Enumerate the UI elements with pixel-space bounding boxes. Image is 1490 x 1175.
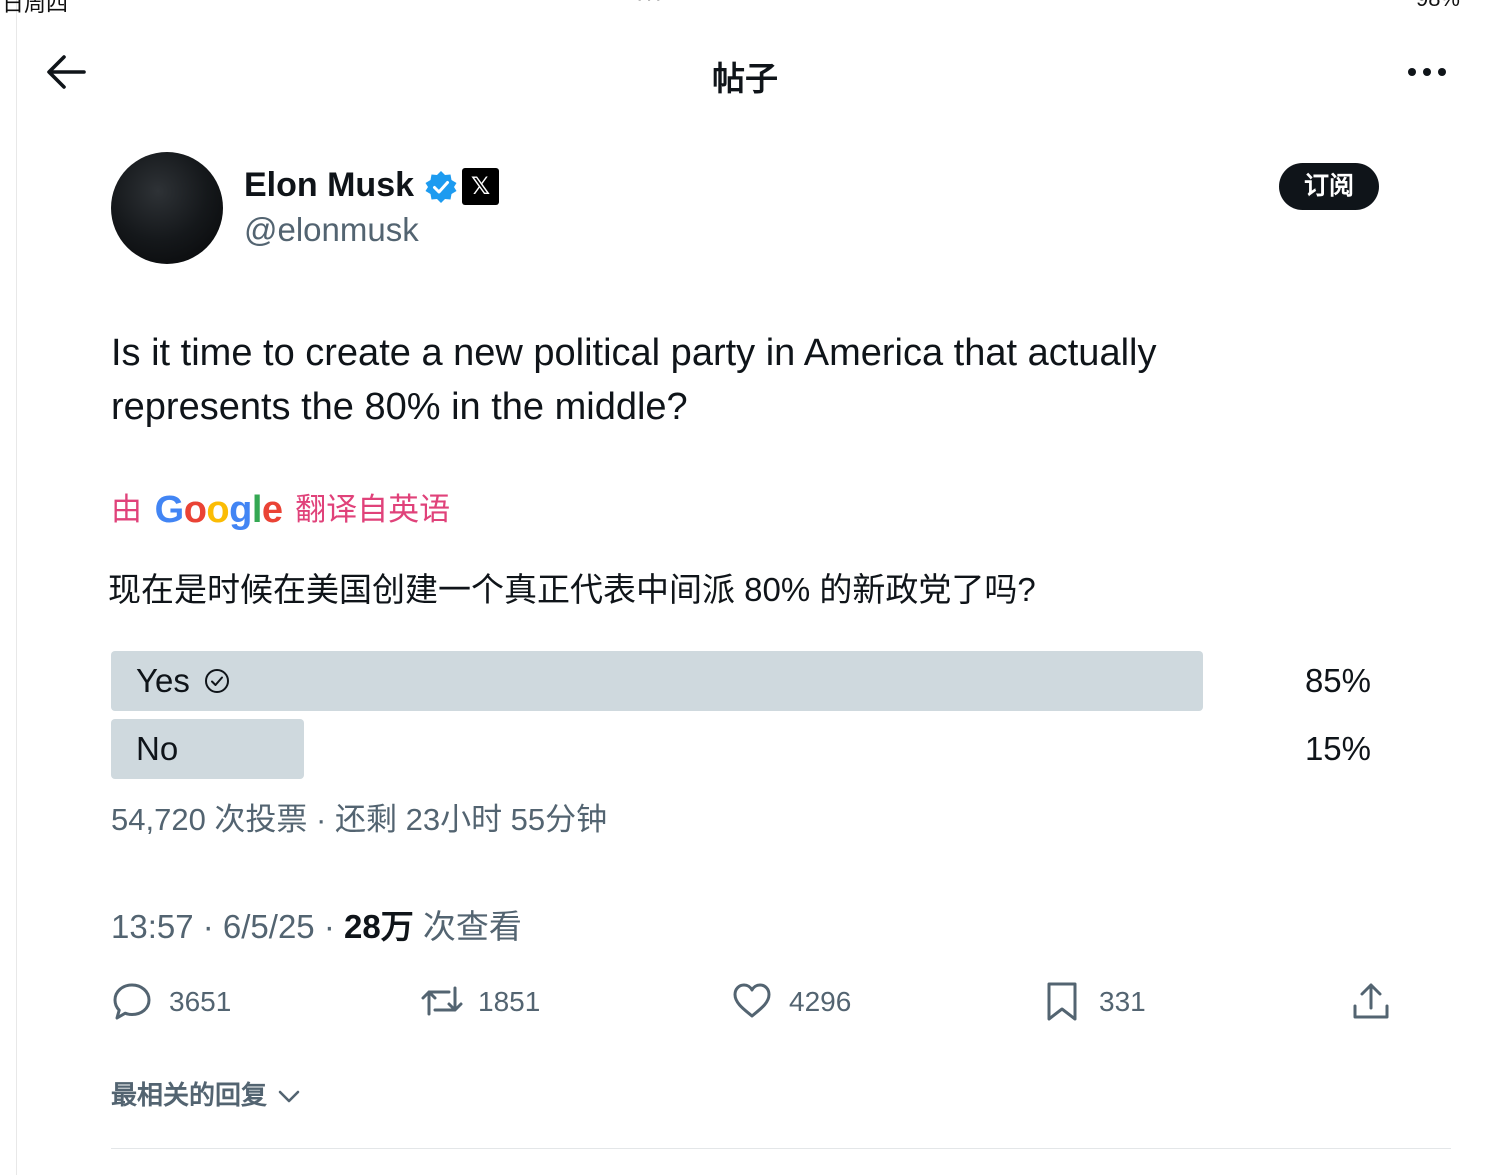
author-handle[interactable]: @elonmusk — [244, 211, 419, 249]
bookmark-count: 331 — [1099, 986, 1146, 1017]
views-label: 次查看 — [413, 908, 522, 945]
share-button[interactable] — [1350, 978, 1392, 1026]
poll-option-label: No — [136, 730, 179, 767]
ellipsis-icon — [1408, 68, 1446, 76]
reply-button[interactable]: 3651 — [111, 978, 271, 1026]
verified-badge-icon — [425, 171, 457, 203]
time-date[interactable]: 13:57 · 6/5/25 · — [111, 908, 344, 945]
status-center: ··· — [636, 0, 664, 12]
reply-icon — [113, 983, 151, 1020]
poll-bar-yes — [111, 651, 1203, 711]
left-border — [16, 0, 17, 1175]
poll-meta: 54,720 次投票 · 还剩 23小时 55分钟 — [111, 802, 608, 837]
divider — [111, 1148, 1451, 1149]
replies-sort-label: 最相关的回复 — [111, 1080, 268, 1110]
tweet-text: Is it time to create a new political par… — [111, 332, 1157, 428]
tweet-timestamp: 13:57 · 6/5/25 · 28万 次查看 — [111, 900, 522, 948]
translation-suffix: 翻译自英语 — [295, 492, 451, 527]
x-affiliation-icon: 𝕏 — [462, 168, 499, 205]
page-title: 帖子 — [712, 60, 778, 97]
status-battery: 98% — [1416, 0, 1460, 12]
translated-text: 现在是时候在美国创建一个真正代表中间派 80% 的新政党了吗? — [108, 571, 1036, 608]
poll-option-yes: Yes 85% — [111, 651, 1371, 711]
poll-percent-no: 15% — [1304, 730, 1371, 767]
check-circle-icon — [205, 669, 229, 693]
reply-count: 3651 — [169, 986, 232, 1017]
poll-percent-yes: 85% — [1304, 662, 1371, 699]
google-logo: Google — [154, 489, 283, 531]
more-options-button[interactable] — [1404, 58, 1450, 86]
bookmark-icon — [1047, 982, 1077, 1021]
author-name[interactable]: Elon Musk — [244, 166, 414, 205]
poll-option-label: Yes — [136, 662, 190, 699]
share-icon — [1353, 983, 1389, 1019]
repost-icon — [421, 986, 463, 1016]
like-button[interactable]: 4296 — [731, 978, 891, 1026]
replies-sort-dropdown[interactable]: 最相关的回复 — [111, 1075, 300, 1112]
bookmark-button[interactable]: 331 — [1041, 978, 1181, 1026]
views-count: 28万 — [343, 908, 414, 945]
like-count: 4296 — [789, 986, 852, 1017]
translation-prefix: 由 — [111, 492, 142, 527]
heart-icon — [733, 983, 771, 1018]
translation-attribution[interactable]: 由 Google 翻译自英语 — [111, 484, 450, 532]
status-left: 日周四 — [2, 0, 69, 16]
chevron-down-icon — [278, 1090, 300, 1103]
poll-option-no: No 15% — [111, 719, 1371, 779]
repost-count: 1851 — [478, 986, 541, 1017]
avatar[interactable] — [111, 152, 223, 264]
repost-button[interactable]: 1851 — [420, 978, 580, 1026]
status-bar: 日周四 ··· 98% — [0, 0, 1490, 16]
subscribe-button[interactable]: 订阅 — [1279, 163, 1379, 210]
